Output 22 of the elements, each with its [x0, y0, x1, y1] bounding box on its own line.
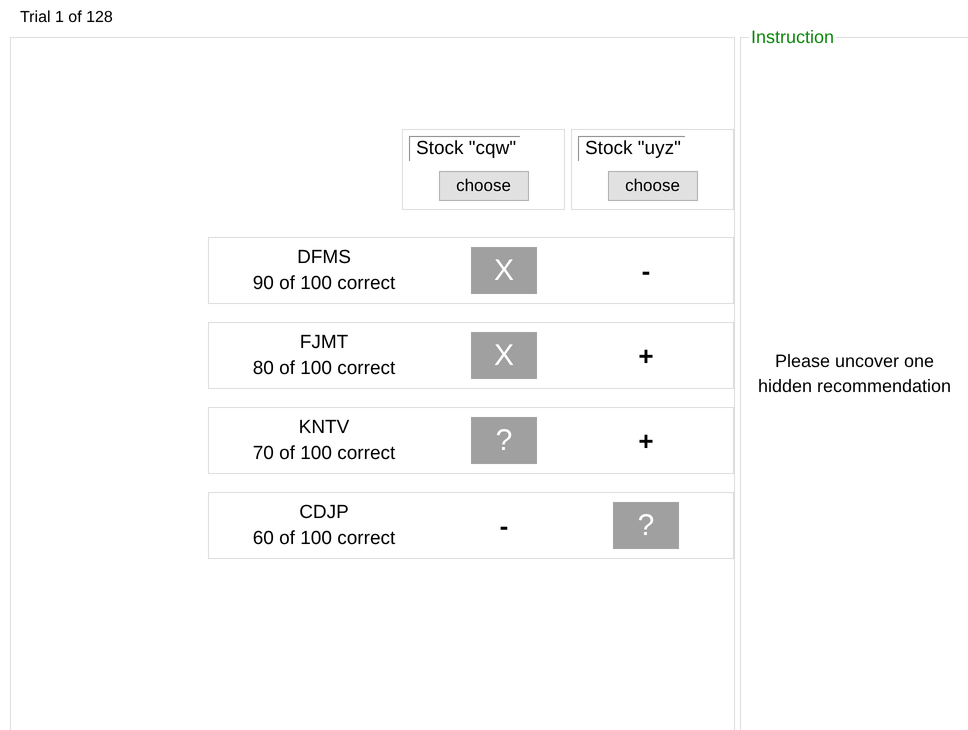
hidden-recommendation-button[interactable]: X — [471, 247, 537, 294]
recommendation-sign: + — [638, 426, 654, 456]
choose-button[interactable]: choose — [608, 171, 698, 201]
hidden-recommendation-button[interactable]: ? — [613, 502, 679, 549]
advisor-name: KNTV — [298, 416, 350, 440]
accuracy-text: 60 of 100 correct — [252, 526, 396, 550]
stock-label: Stock "uyz" — [578, 136, 685, 161]
hidden-recommendation-button[interactable]: ? — [471, 417, 537, 464]
instruction-text: Please uncover one hidden recommendation — [756, 350, 952, 398]
recommendation-sign: + — [638, 340, 654, 370]
accuracy-text: 70 of 100 correct — [252, 442, 396, 466]
advisor-name: CDJP — [299, 500, 349, 524]
advisor-name: FJMT — [300, 330, 348, 354]
stock-label: Stock "cqw" — [409, 136, 520, 161]
advisor-name: DFMS — [297, 246, 351, 270]
accuracy-text: 80 of 100 correct — [252, 356, 396, 380]
choose-button[interactable]: choose — [438, 171, 528, 201]
hidden-recommendation-button[interactable]: X — [471, 332, 537, 379]
recommendation-sign: - — [642, 256, 650, 286]
recommendation-sign: - — [500, 510, 508, 540]
trial-counter: Trial 1 of 128 — [20, 8, 113, 28]
accuracy-text: 90 of 100 correct — [252, 272, 396, 296]
